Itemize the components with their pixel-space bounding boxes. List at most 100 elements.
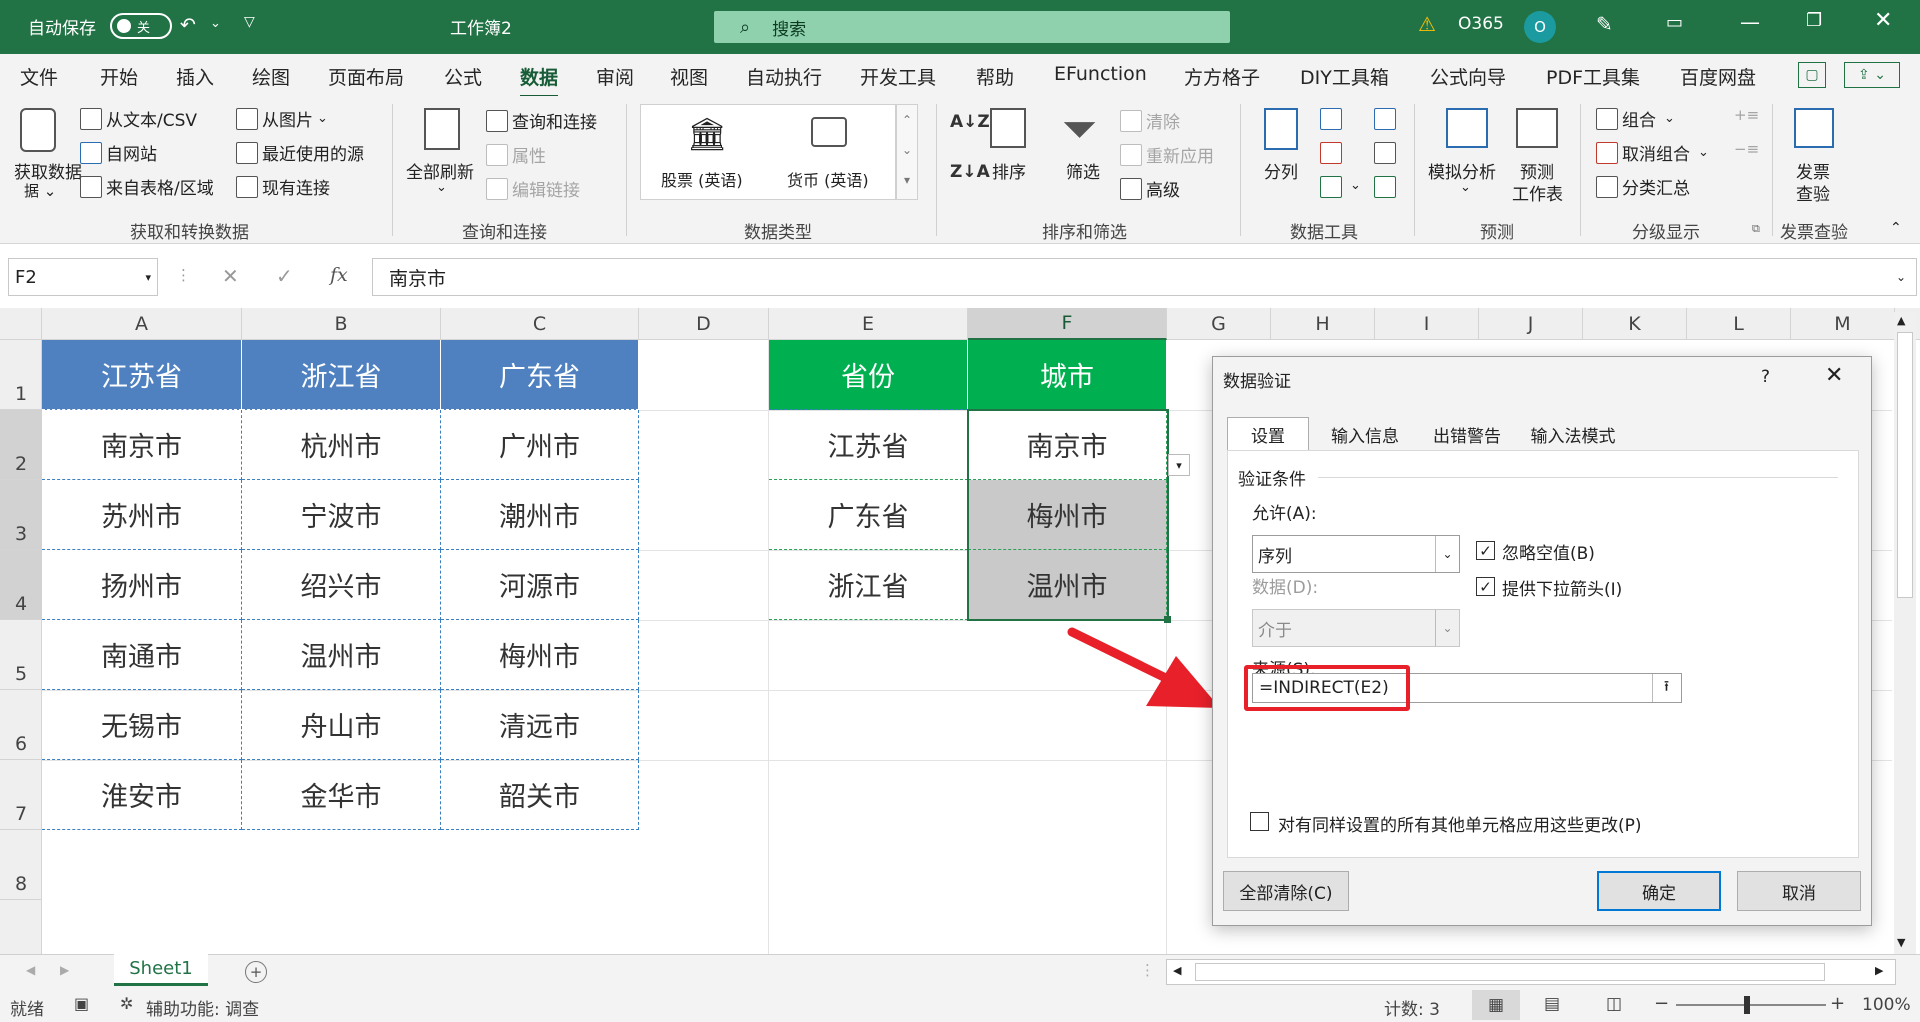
select-all[interactable]	[0, 308, 42, 340]
tab-file[interactable]: 文件	[20, 63, 58, 90]
reapply-button[interactable]: 重新应用	[1120, 142, 1214, 167]
column-header[interactable]: C	[441, 308, 639, 340]
queries-connections-button[interactable]: 查询和连接	[486, 108, 597, 133]
scroll-up-icon[interactable]: ▲	[1897, 314, 1905, 327]
share-icon[interactable]: ⇪ ⌄	[1844, 62, 1900, 88]
name-box[interactable]: F2 ▾	[8, 258, 158, 296]
table-cell[interactable]: 绍兴市	[242, 550, 441, 620]
tab-home[interactable]: 开始	[100, 63, 138, 90]
dialog-launcher-icon[interactable]: ⧉	[1752, 222, 1760, 236]
clear-filter-button[interactable]: 清除	[1120, 108, 1180, 133]
splitter-icon[interactable]: ⋮	[1140, 961, 1155, 979]
scroll-thumb[interactable]	[1897, 332, 1913, 598]
tab-error-alert[interactable]: 出错警告	[1417, 417, 1517, 451]
page-break-icon[interactable]: ◫	[1606, 994, 1622, 1014]
table-cell[interactable]: 舟山市	[242, 690, 441, 760]
dropdown-arrow-checkbox[interactable]: ✓	[1476, 577, 1495, 596]
normal-view-icon[interactable]: ▦	[1472, 990, 1520, 1020]
sort-ascending-icon[interactable]: A↓Z	[950, 112, 990, 132]
formula-input[interactable]: 南京市 ⌄	[372, 258, 1917, 296]
edit-links-button[interactable]: 编辑链接	[486, 176, 580, 201]
tab-input-message[interactable]: 输入信息	[1313, 417, 1417, 451]
row-header[interactable]: 1	[0, 340, 42, 410]
hide-detail-icon[interactable]: −≡	[1734, 140, 1759, 158]
table-cell[interactable]: 金华市	[242, 760, 441, 830]
ok-button[interactable]: 确定	[1597, 871, 1721, 911]
row-header[interactable]: 6	[0, 690, 42, 760]
tab-review[interactable]: 审阅	[596, 63, 634, 90]
chevron-down-icon[interactable]: ⌄	[436, 180, 447, 195]
restore-icon[interactable]: ❐	[1806, 10, 1822, 31]
enter-icon[interactable]: ✓	[276, 264, 293, 288]
tab-data[interactable]: 数据	[520, 63, 559, 98]
sort-button[interactable]: 排序	[992, 158, 1026, 183]
tab-insert[interactable]: 插入	[176, 63, 214, 90]
zoom-in-icon[interactable]: +	[1830, 993, 1845, 1014]
forecast-sheet-label[interactable]: 工作表	[1512, 180, 1563, 205]
table-cell[interactable]: 广东省	[769, 480, 968, 550]
insert-function-icon[interactable]: fx	[330, 264, 348, 286]
column-header[interactable]: A	[42, 308, 242, 340]
chevron-down-icon[interactable]: ⌄	[1350, 178, 1361, 193]
vertical-scrollbar[interactable]: ▲ ▼	[1894, 312, 1916, 954]
account-name[interactable]: O365	[1458, 14, 1504, 34]
horizontal-scrollbar[interactable]: ◀ ▶	[1166, 959, 1896, 985]
avatar[interactable]: O	[1524, 11, 1556, 43]
tab-automate[interactable]: 自动执行	[746, 63, 822, 90]
table-cell[interactable]: 宁波市	[242, 480, 441, 550]
clear-all-button[interactable]: 全部清除(C)	[1223, 871, 1349, 911]
table-header[interactable]: 江苏省	[42, 340, 242, 410]
table-cell[interactable]: 淮安市	[42, 760, 242, 830]
help-button[interactable]: ?	[1761, 367, 1770, 387]
data-model-icon[interactable]	[1374, 176, 1396, 198]
macro-record-icon[interactable]: ▣	[74, 994, 89, 1013]
table-cell[interactable]: 广州市	[441, 410, 639, 480]
tab-developer[interactable]: 开发工具	[860, 63, 936, 90]
database-icon[interactable]	[20, 108, 56, 152]
tab-help[interactable]: 帮助	[976, 63, 1014, 90]
table-cell[interactable]: 江苏省	[769, 410, 968, 480]
column-header[interactable]: E	[769, 308, 968, 340]
prev-sheet-icon[interactable]: ◀	[26, 963, 35, 977]
customize-toolbar-icon[interactable]: ▽	[244, 14, 255, 30]
table-cell[interactable]: 南京市	[42, 410, 242, 480]
row-header[interactable]: 4	[0, 550, 42, 620]
tab-diy-toolbox[interactable]: DIY工具箱	[1300, 63, 1389, 90]
column-header[interactable]: L	[1687, 308, 1791, 340]
column-header[interactable]: J	[1479, 308, 1583, 340]
table-cell[interactable]: 浙江省	[769, 550, 968, 620]
column-header[interactable]: G	[1167, 308, 1271, 340]
apply-all-checkbox[interactable]	[1250, 812, 1269, 831]
tab-formulas[interactable]: 公式	[444, 63, 482, 90]
table-header[interactable]: 省份	[769, 340, 968, 410]
column-header[interactable]: F	[968, 308, 1167, 340]
table-cell[interactable]: 温州市	[242, 620, 441, 690]
from-picture-button[interactable]: 从图片 ⌄	[236, 106, 328, 131]
minimize-icon[interactable]: —	[1740, 10, 1760, 34]
row-header[interactable]: 5	[0, 620, 42, 690]
column-header[interactable]: B	[242, 308, 441, 340]
table-cell[interactable]: 杭州市	[242, 410, 441, 480]
row-header[interactable]: 7	[0, 760, 42, 830]
table-header[interactable]: 广东省	[441, 340, 639, 410]
pen-icon[interactable]: ✎	[1596, 12, 1613, 36]
tab-fangfang[interactable]: 方方格子	[1184, 63, 1260, 90]
row-header[interactable]: 8	[0, 830, 42, 900]
autosave-toggle[interactable]: 关	[110, 13, 172, 39]
from-text-button[interactable]: 从文本/CSV	[80, 106, 197, 131]
scroll-left-icon[interactable]: ◀	[1173, 964, 1181, 977]
tab-baidu-pan[interactable]: 百度网盘	[1680, 63, 1756, 90]
zoom-level[interactable]: 100%	[1862, 995, 1911, 1015]
text-to-columns-button[interactable]: 分列	[1264, 158, 1298, 183]
from-table-button[interactable]: 来自表格/区域	[80, 174, 214, 199]
accessibility-icon[interactable]: ✲	[120, 994, 133, 1013]
column-header[interactable]: I	[1375, 308, 1479, 340]
page-layout-icon[interactable]: ▤	[1544, 994, 1560, 1014]
chevron-down-icon[interactable]: ⌄	[210, 16, 221, 31]
tab-settings[interactable]: 设置	[1227, 417, 1309, 451]
zoom-out-icon[interactable]: −	[1654, 993, 1669, 1014]
table-cell[interactable]: 梅州市	[968, 480, 1167, 550]
cancel-button[interactable]: 取消	[1737, 871, 1861, 911]
zoom-slider[interactable]	[1676, 1004, 1826, 1006]
column-header[interactable]: D	[639, 308, 769, 340]
